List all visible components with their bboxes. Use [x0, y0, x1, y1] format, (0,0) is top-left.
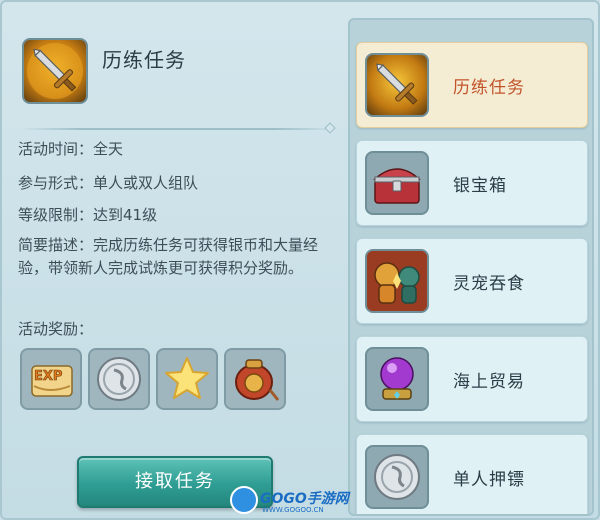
- info-value: 全天: [93, 140, 124, 158]
- task-item-label: 历练任务: [453, 78, 525, 98]
- task-item-lilian[interactable]: 历练任务: [356, 42, 588, 128]
- task-item-sea-trade[interactable]: 海上贸易: [356, 336, 588, 422]
- description-label: 简要描述：: [18, 236, 94, 254]
- crystal-ball-icon: [365, 347, 429, 411]
- task-item-label: 海上贸易: [453, 372, 525, 392]
- task-detail-panel: 历练任务 活动时间：全天 参与形式：单人或双人组队 等级限制：达到41级 简要描…: [10, 10, 340, 515]
- reward-label: 活动奖励：: [18, 320, 94, 338]
- info-label: 活动时间：: [18, 140, 94, 158]
- info-participation: 参与形式：单人或双人组队: [18, 172, 198, 194]
- watermark-url: WWW.GOGOO.CN: [262, 506, 324, 514]
- treasure-chest-icon: [365, 151, 429, 215]
- crossed-swords-icon: [22, 38, 88, 104]
- info-level-limit: 等级限制：达到41级: [18, 204, 157, 226]
- task-list-panel[interactable]: 历练任务 银宝箱 灵宠吞食 海上贸易 单人押镖: [348, 18, 594, 516]
- game-window: 历练任务 活动时间：全天 参与形式：单人或双人组队 等级限制：达到41级 简要描…: [0, 0, 600, 520]
- task-item-solo-escort[interactable]: 单人押镖: [356, 434, 588, 514]
- task-item-pet-feast[interactable]: 灵宠吞食: [356, 238, 588, 324]
- info-label: 等级限制：: [18, 206, 94, 224]
- task-item-silver-chest[interactable]: 银宝箱: [356, 140, 588, 226]
- info-label: 参与形式：: [18, 174, 94, 192]
- spirit-pets-icon: [365, 249, 429, 313]
- reputation-pouch-icon[interactable]: [224, 348, 286, 410]
- star-icon[interactable]: [156, 348, 218, 410]
- gogo-logo-icon: [230, 486, 258, 514]
- title-divider: [20, 122, 338, 134]
- exp-scroll-icon[interactable]: EXP: [20, 348, 82, 410]
- silver-coin-icon[interactable]: [88, 348, 150, 410]
- task-description: 简要描述：完成历练任务可获得银币和大量经验，带领新人完成试炼更可获得积分奖励。: [18, 234, 338, 280]
- svg-text:EXP: EXP: [34, 369, 62, 384]
- site-watermark: GOGO手游网 WWW.GOGOO.CN: [230, 484, 380, 518]
- task-item-label: 银宝箱: [453, 176, 507, 196]
- info-activity-time: 活动时间：全天: [18, 138, 123, 160]
- task-item-label: 灵宠吞食: [453, 274, 525, 294]
- watermark-brand: GOGO手游网: [260, 491, 349, 507]
- info-value: 单人或双人组队: [93, 174, 199, 192]
- task-title: 历练任务: [102, 48, 186, 72]
- crossed-swords-icon: [365, 53, 429, 117]
- reward-list: EXP: [20, 348, 286, 410]
- task-item-label: 单人押镖: [453, 470, 525, 490]
- info-value: 达到41级: [93, 206, 158, 224]
